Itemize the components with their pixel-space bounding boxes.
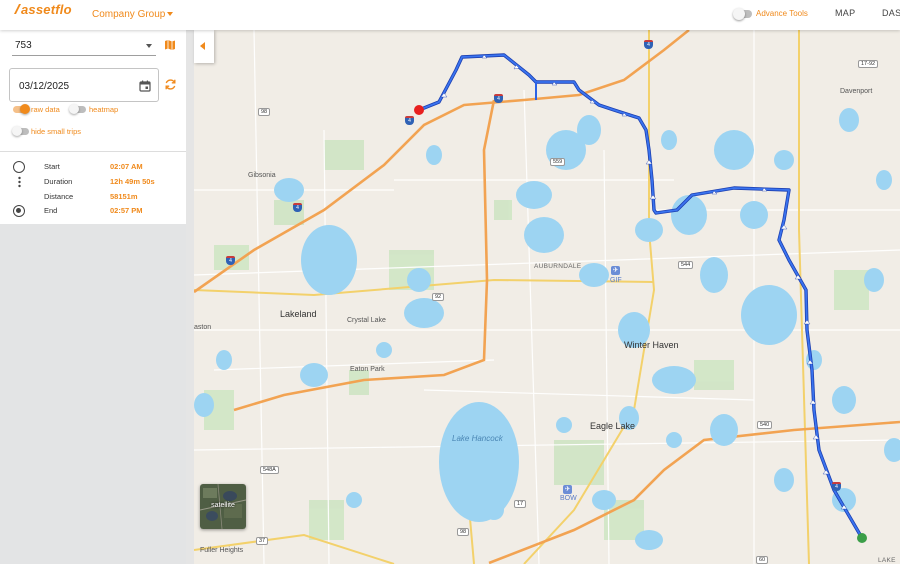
more-vert-icon — [18, 176, 21, 188]
asset-select[interactable]: 753 — [12, 36, 156, 56]
logo-mark-icon — [14, 4, 21, 14]
interstate-shield-icon: 4 — [494, 94, 503, 103]
place-label: Lakeland — [280, 309, 317, 319]
route-shield: 559 — [550, 158, 566, 166]
map-canvas[interactable]: Davenport Gibsonia Lakeland Crystal Lake… — [194, 30, 900, 564]
trip-end-row: End 02:57 PM — [0, 204, 186, 218]
route-shield: 544 — [678, 261, 694, 269]
route-shield: 17 — [514, 500, 527, 508]
place-label: LAKE — [878, 557, 896, 564]
company-selector[interactable]: Company Group — [92, 9, 165, 20]
route-shield: 98 — [457, 528, 470, 536]
hide-small-trips-toggle[interactable] — [12, 126, 29, 136]
asset-value: 753 — [15, 40, 32, 51]
divider — [0, 151, 186, 152]
trip-end-label: End — [44, 206, 58, 215]
advance-tools-label: Advance Tools — [756, 9, 808, 18]
interstate-shield-icon: 4 — [405, 116, 414, 125]
trip-end-value: 02:57 PM — [110, 206, 143, 215]
place-label: AUBURNDALE — [534, 263, 582, 270]
place-label: aston — [194, 324, 212, 331]
end-radio-icon[interactable] — [13, 205, 25, 217]
date-value: 03/12/2025 — [19, 81, 70, 92]
calendar-icon[interactable] — [139, 80, 151, 92]
nav-map[interactable]: MAP — [835, 8, 855, 18]
nav-dashboard[interactable]: DAS — [882, 8, 900, 18]
trip-distance-value: 58151m — [110, 192, 138, 201]
trip-start-value: 02:07 AM — [110, 162, 143, 171]
route-shield: 540 — [757, 421, 773, 429]
heatmap-toggle[interactable] — [69, 104, 86, 114]
hide-small-trips-label: hide small trips — [31, 127, 82, 136]
trip-distance-row: Distance 58151m — [0, 190, 186, 204]
map-base-layer — [194, 30, 900, 564]
interstate-shield-icon: 4 — [226, 256, 235, 265]
place-label: Eagle Lake — [590, 421, 636, 431]
place-label: Davenport — [840, 88, 873, 95]
route-shield: 98 — [258, 108, 271, 116]
panel-empty-area — [0, 224, 186, 564]
interstate-shield-icon: 4 — [644, 40, 653, 49]
raw-data-label: raw data — [31, 105, 60, 114]
route-shield: 37 — [256, 537, 269, 545]
route-shield: 17-92 — [858, 60, 879, 68]
place-label: Gibsonia — [248, 172, 276, 179]
interstate-shield-icon: 4 — [293, 203, 302, 212]
airport-label: BOW — [560, 495, 577, 502]
advance-tools-toggle[interactable] — [733, 8, 752, 20]
refresh-icon[interactable] — [164, 78, 177, 91]
chevron-down-icon — [146, 44, 152, 48]
route-shield: 548A — [260, 466, 279, 474]
airport-label: GIF — [610, 277, 622, 284]
collapse-panel-button[interactable] — [194, 30, 214, 63]
route-shield: 92 — [432, 293, 445, 301]
date-field[interactable]: 03/12/2025 — [9, 68, 159, 102]
satellite-label: satellite — [211, 502, 235, 509]
chevron-down-icon[interactable] — [167, 12, 173, 16]
place-label: Winter Haven — [624, 340, 679, 350]
trip-start-row: Start 02:07 AM — [0, 160, 186, 174]
trip-duration-label: Duration — [44, 177, 73, 186]
interstate-shield-icon: 4 — [832, 482, 841, 491]
start-radio-icon[interactable] — [13, 161, 25, 173]
trip-duration-row: Duration 12h 49m 50s — [0, 175, 186, 189]
raw-data-toggle[interactable] — [13, 104, 30, 114]
trip-start-marker[interactable] — [414, 105, 424, 115]
trip-panel: 753 03/12/2025 raw data heatmap hide sma… — [0, 30, 186, 224]
trip-distance-label: Distance — [44, 192, 74, 201]
airport-icon: ✈ — [611, 266, 620, 275]
place-label: Eaton Park — [350, 366, 385, 373]
place-label: Fuller Heights — [200, 547, 244, 554]
airport-icon: ✈ — [563, 485, 572, 494]
trip-end-marker[interactable] — [857, 533, 867, 543]
satellite-toggle[interactable]: satellite — [200, 484, 246, 529]
top-bar: assetflo Company Group Advance Tools MAP… — [0, 0, 900, 30]
assetflo-logo[interactable]: assetflo — [14, 2, 72, 17]
trip-duration-value: 12h 49m 50s — [110, 177, 155, 186]
logo-text: assetflo — [21, 2, 72, 17]
heatmap-label: heatmap — [89, 105, 119, 114]
trip-start-label: Start — [44, 162, 60, 171]
lake-label: Lake Hancock — [452, 434, 503, 443]
route-shield: 60 — [756, 556, 769, 564]
map-icon[interactable] — [164, 39, 176, 51]
place-label: Crystal Lake — [347, 317, 386, 324]
